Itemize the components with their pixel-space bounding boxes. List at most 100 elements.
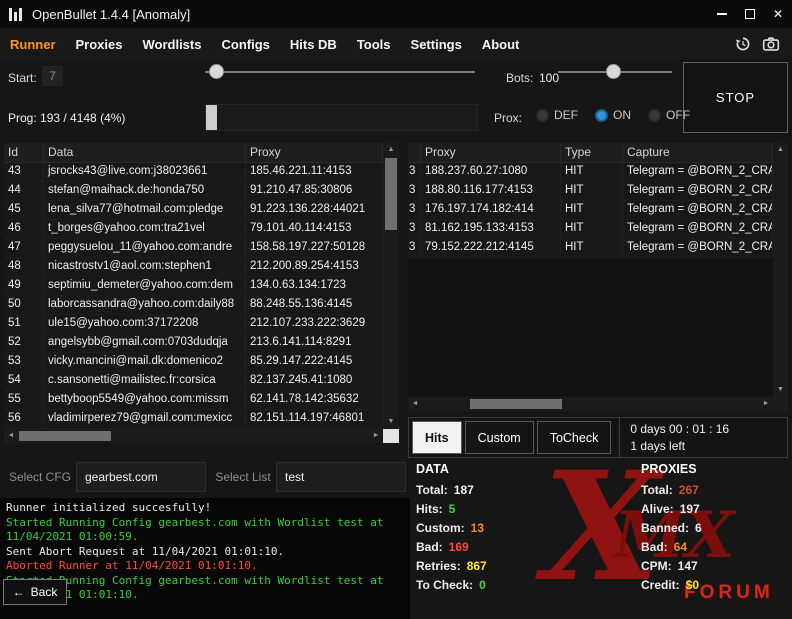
scroll-up-icon[interactable]: ▲ [383,143,399,157]
wordlist-grid-row[interactable]: 54c.sansonetti@mailistec.fr:corsica82.13… [4,372,383,391]
stat-label: Alive: [641,502,674,516]
wordlist-grid-cell: 53 [4,353,44,371]
wordlist-grid-cell: 56 [4,410,44,428]
scroll-up-icon[interactable]: ▲ [773,143,788,157]
scroll-right-icon[interactable]: ► [759,397,773,411]
wordlist-grid-cell: t_borges@yahoo.com:tra21vel [44,220,246,238]
menu-item-settings[interactable]: Settings [401,37,472,52]
wordlist-grid-row[interactable]: 46t_borges@yahoo.com:tra21vel79.101.40.1… [4,220,383,239]
bots-value: 100 [539,71,559,85]
vscroll-thumb[interactable] [385,158,397,230]
hits-grid-cell: 3 [408,220,421,238]
camera-icon[interactable] [761,35,780,54]
wordlist-grid-row[interactable]: 56vladimirperez79@gmail.com:mexicc82.151… [4,410,383,429]
hits-grid-body: 3188.237.60.27:1080HITTelegram = @BORN_2… [408,163,773,397]
maximize-button[interactable] [736,0,764,28]
wordlist-grid-cell: 49 [4,277,44,295]
wordlist-grid-row[interactable]: 49septimiu_demeter@yahoo.com:dem134.0.63… [4,277,383,296]
scroll-right-icon[interactable]: ► [369,429,383,443]
wordlist-grid-row[interactable]: 55bettyboop5549@yahoo.com:missm62.141.78… [4,391,383,410]
wordlist-grid-cell: 91.210.47.85:30806 [246,182,383,200]
log-line: Started Running Config gearbest.com with… [6,516,404,545]
hits-grid-column-header[interactable]: Proxy [421,143,561,162]
hits-grid-column-header[interactable] [408,143,421,162]
tab-custom[interactable]: Custom [465,421,534,454]
hscroll-thumb[interactable] [470,399,562,409]
wordlist-grid-row[interactable]: 43jsrocks43@live.com:j38023661185.46.221… [4,163,383,182]
wordlist-grid-cell: jsrocks43@live.com:j38023661 [44,163,246,181]
wordlist-grid-row[interactable]: 52angelsybb@gmail.com:0703dudqja213.6.14… [4,334,383,353]
wordlist-grid-row[interactable]: 44stefan@maihack.de:honda75091.210.47.85… [4,182,383,201]
tab-hits[interactable]: Hits [412,421,462,454]
start-slider[interactable] [205,64,475,79]
hits-grid-hscrollbar[interactable]: ◄ ► [408,397,773,411]
wordlist-grid-column-header[interactable]: Data [44,143,246,162]
history-icon[interactable] [733,35,752,54]
menu-item-wordlists[interactable]: Wordlists [132,37,211,52]
progress-bar [205,104,478,131]
wordlist-grid-row[interactable]: 48nicastrostv1@aol.com:stephen1212.200.8… [4,258,383,277]
wordlist-grid-cell: septimiu_demeter@yahoo.com:dem [44,277,246,295]
bots-slider[interactable] [558,64,672,79]
hits-grid-vscrollbar[interactable]: ▲ ▼ [773,143,788,397]
start-slider-thumb[interactable] [209,64,224,79]
scroll-down-icon[interactable]: ▼ [383,415,399,429]
stat-label: Banned: [641,521,689,535]
stat-value: 6 [695,521,702,535]
openbullet-window: OpenBullet 1.4.4 [Anomaly] ✕ RunnerProxi… [0,0,792,619]
wordlist-grid-row[interactable]: 45lena_silva77@hotmail.com:pledge91.223.… [4,201,383,220]
menu-item-about[interactable]: About [472,37,530,52]
scroll-left-icon[interactable]: ◄ [4,429,18,443]
stat-label: Hits: [416,502,443,516]
back-arrow-icon: ← [13,585,25,599]
wordlist-grid-row[interactable]: 53vicky.mancini@mail.dk:domenico285.29.1… [4,353,383,372]
hscroll-thumb[interactable] [19,431,111,441]
wordlist-grid-row[interactable]: 47peggysuelou_11@yahoo.com:andre158.58.1… [4,239,383,258]
wordlist-grid-cell: bettyboop5549@yahoo.com:missm [44,391,246,409]
wordlist-grid-hscrollbar[interactable]: ◄ ► [4,429,383,443]
menu-item-configs[interactable]: Configs [211,37,279,52]
back-button[interactable]: ← Back [3,579,67,605]
start-input[interactable]: 7 [41,65,64,87]
hits-grid-cell: Telegram = @BORN_2_CRACK [623,182,773,200]
menu-items: RunnerProxiesWordlistsConfigsHits DBTool… [0,37,529,52]
prox-radio-off[interactable]: OFF [648,108,690,122]
wordlist-grid-cell: 79.101.40.114:4153 [246,220,383,238]
prox-label: Prox: [494,111,522,125]
wordlist-grid-row[interactable]: 51ule15@yahoo.com:37172208212.107.233.22… [4,315,383,334]
stop-button[interactable]: STOP [683,62,788,133]
wordlist-grid-cell: 52 [4,334,44,352]
stat-line: Total:187 [416,483,586,502]
wordlist-grid-column-header[interactable]: Proxy [246,143,383,162]
select-list-button[interactable]: Select List [210,462,276,492]
config-name-field[interactable]: gearbest.com [76,462,206,492]
hits-grid-column-header[interactable]: Capture [623,143,773,162]
menu-item-tools[interactable]: Tools [347,37,401,52]
menu-item-runner[interactable]: Runner [0,37,66,52]
wordlist-grid-row[interactable]: 50laborcassandra@yahoo.com:daily8888.248… [4,296,383,315]
prox-radio-on[interactable]: ON [595,108,631,122]
wordlist-name-field[interactable]: test [276,462,406,492]
wordlist-grid-cell: 43 [4,163,44,181]
stat-line: Total:267 [641,483,791,502]
bots-slider-thumb[interactable] [606,64,621,79]
scroll-down-icon[interactable]: ▼ [773,383,788,397]
hits-grid-row[interactable]: 381.162.195.133:4153HITTelegram = @BORN_… [408,220,773,239]
menu-item-hits-db[interactable]: Hits DB [280,37,347,52]
select-cfg-button[interactable]: Select CFG [4,462,76,492]
tab-tocheck[interactable]: ToCheck [537,421,612,454]
hits-grid-row[interactable]: 3188.80.116.177:4153HITTelegram = @BORN_… [408,182,773,201]
hits-grid-row[interactable]: 3176.197.174.182:414HITTelegram = @BORN_… [408,201,773,220]
wordlist-grid-column-header[interactable]: Id [4,143,44,162]
prox-radio-def[interactable]: DEF [536,108,578,122]
hits-grid-row[interactable]: 379.152.222.212:4145HITTelegram = @BORN_… [408,239,773,258]
hits-grid-column-header[interactable]: Type [561,143,623,162]
menu-item-proxies[interactable]: Proxies [66,37,133,52]
scroll-left-icon[interactable]: ◄ [408,397,422,411]
close-button[interactable]: ✕ [764,0,792,28]
hits-grid-row[interactable]: 3188.237.60.27:1080HITTelegram = @BORN_2… [408,163,773,182]
wordlist-grid-cell: 62.141.78.142:35632 [246,391,383,409]
minimize-button[interactable] [708,0,736,28]
timer-remaining: 1 days left [630,438,729,455]
wordlist-grid-vscrollbar[interactable]: ▲ ▼ [383,143,399,429]
